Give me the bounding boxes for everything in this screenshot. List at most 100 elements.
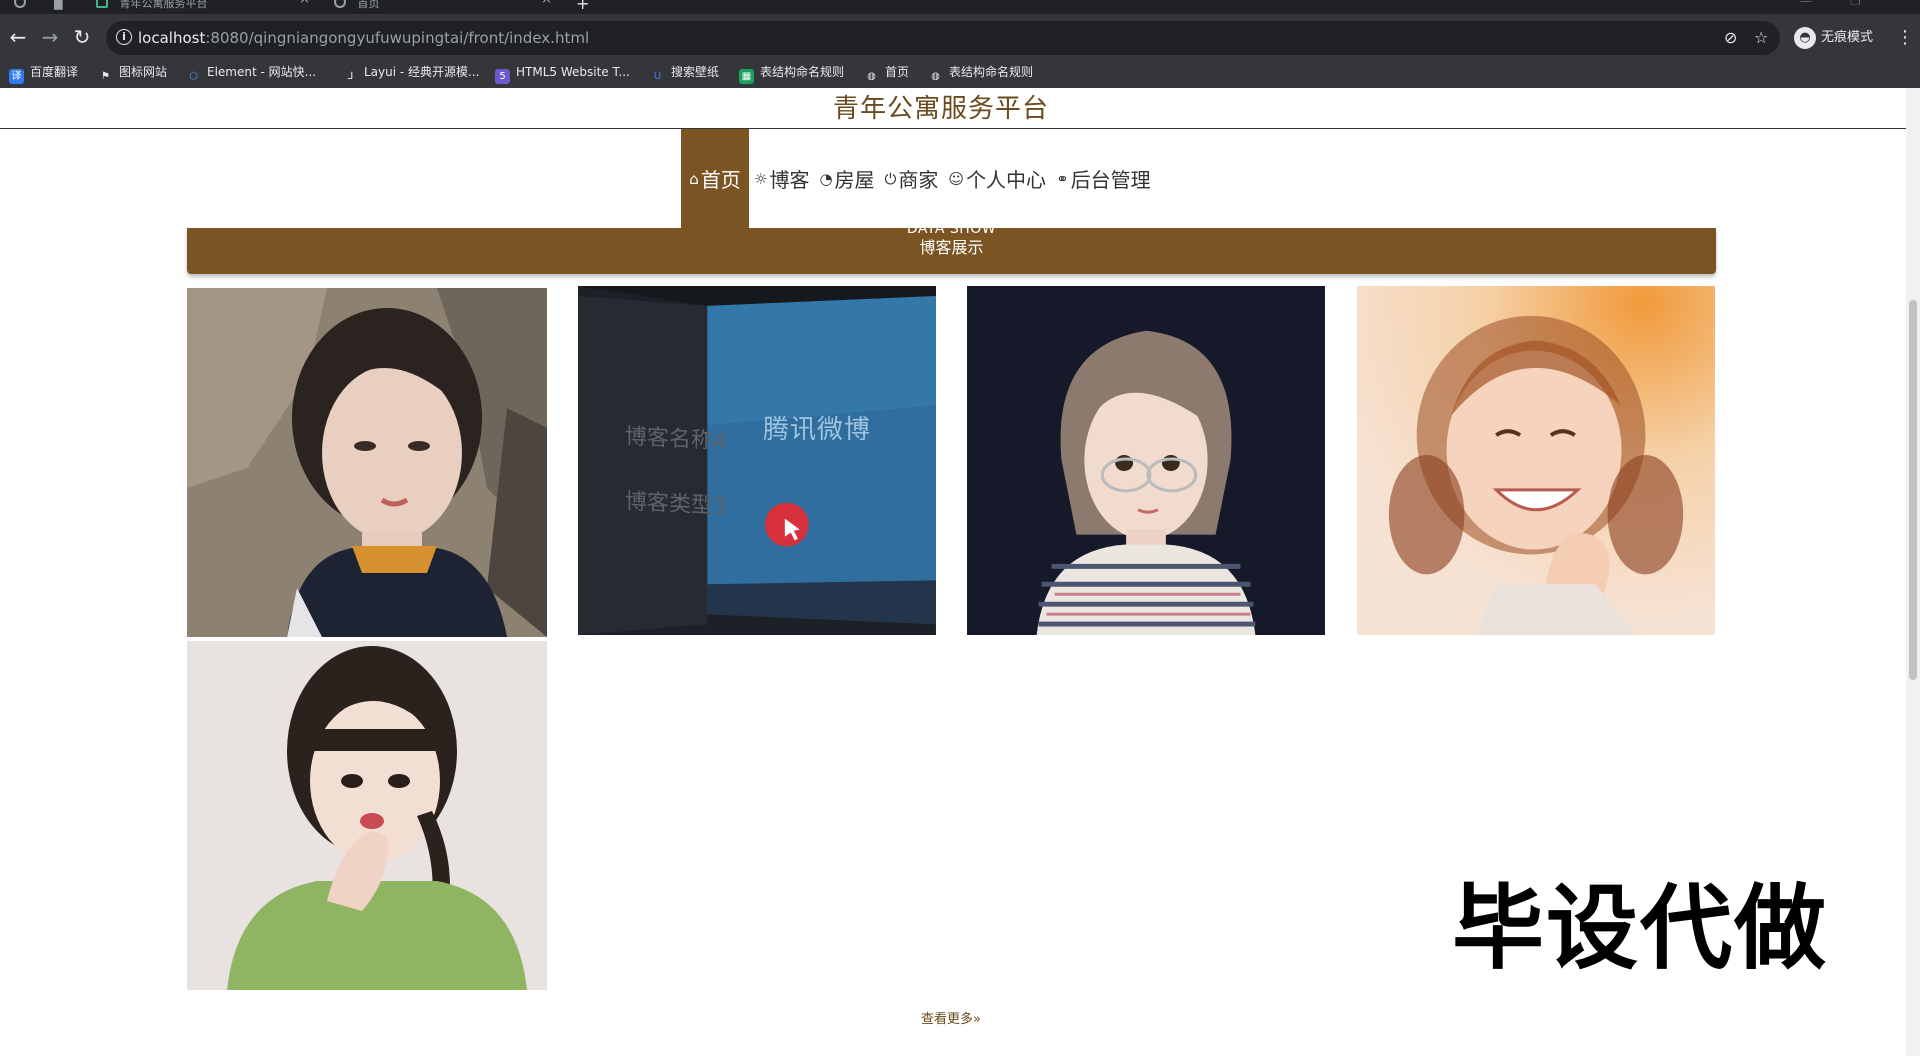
- bookmark-label: 首页: [885, 65, 910, 79]
- blog-card-image: [967, 286, 1325, 635]
- page-scrollbar[interactable]: [1906, 88, 1920, 1056]
- blog-card-image: [187, 288, 547, 637]
- main-nav: ⌂ 首页 ☼ 博客 ◔ 房屋 ⏻ 商家 ☺ 个人中心 ⚭ 后台管理: [681, 129, 1156, 228]
- url-path: :8080/qingniangongyufuwupingtai/front/in…: [205, 29, 590, 47]
- nav-label: 后台管理: [1070, 168, 1151, 192]
- forward-button[interactable]: →: [36, 24, 64, 50]
- page-viewport: 青年公寓服务平台 ⌂ 首页 ☼ 博客 ◔ 房屋 ⏻ 商家 ☺ 个人中心 ⚭ 后台管理 DAT…: [0, 88, 1920, 1056]
- globe-icon: ◍: [867, 71, 876, 82]
- blog-card[interactable]: [187, 641, 547, 990]
- bookmark-label: 百度翻译: [30, 65, 79, 79]
- home-icon: ⌂: [689, 169, 699, 188]
- bookmarks-bar: 译百度翻译 ⚑ 图标网站 ⬡ Element - 网站快... ⅃ Layui - 经…: [0, 57, 1920, 88]
- blog-card-brand: 腾讯微博: [763, 415, 872, 445]
- back-button[interactable]: ←: [4, 24, 32, 50]
- star-icon[interactable]: ☆: [1754, 29, 1768, 47]
- nav-item-merchant[interactable]: ⏻ 商家: [880, 129, 944, 228]
- nav-label: 博客: [769, 168, 810, 192]
- blog-card-overlay-type: 博客类型3: [625, 489, 727, 520]
- blog-card[interactable]: [1356, 286, 1716, 635]
- site-title: 青年公寓服务平台: [832, 94, 1049, 124]
- bookmark-label: Element - 网站快...: [207, 65, 317, 79]
- view-more-link[interactable]: 查看更多»: [0, 1008, 1902, 1027]
- blog-card-image: [187, 641, 547, 990]
- close-icon[interactable]: ×: [299, 0, 310, 6]
- user-icon: ☺: [948, 169, 965, 188]
- blog-card-image: [578, 286, 936, 635]
- bookmark-item[interactable]: U 搜索壁纸: [650, 63, 720, 82]
- bookmark-label: 表结构命名规则: [949, 65, 1034, 79]
- more-menu-icon[interactable]: ⋮: [1896, 28, 1914, 48]
- tab-platform[interactable]: 青年公寓服务平台 ×: [96, 0, 310, 14]
- view-more-label: 查看更多: [921, 1012, 974, 1027]
- tab-search-icon[interactable]: ▆: [54, 0, 72, 14]
- bookmark-item[interactable]: ◍ 表结构命名规则: [928, 63, 1034, 82]
- nav-item-admin[interactable]: ⚭ 后台管理: [1051, 129, 1156, 228]
- browser-toolbar: ← → ↻ i localhost:8080/qingniangongyufuw…: [0, 14, 1920, 62]
- reload-button[interactable]: ↻: [68, 24, 96, 50]
- maximize-icon[interactable]: ❐: [1850, 0, 1861, 8]
- address-bar[interactable]: i localhost:8080/qingniangongyufuwupingt…: [106, 21, 1780, 55]
- blog-card[interactable]: [966, 286, 1326, 635]
- bookmark-label: 表结构命名规则: [760, 65, 845, 79]
- bookmark-item[interactable]: ⬡ Element - 网站快...: [186, 63, 317, 82]
- bookmark-item[interactable]: ⅃ Layui - 经典开源模...: [343, 63, 480, 82]
- dashboard-icon: ◔: [819, 169, 833, 188]
- html5-icon: 5: [495, 69, 510, 84]
- gear-icon: ☼: [754, 169, 768, 188]
- section-header: DATA SHOW 博客展示: [187, 221, 1716, 274]
- tab-home-title: 首页: [357, 0, 380, 10]
- double-chevron-right-icon: »: [973, 1012, 981, 1027]
- watermark-text: 毕设代做: [1452, 875, 1829, 982]
- bookmark-item[interactable]: ◍ 首页: [864, 63, 910, 82]
- nav-item-home[interactable]: ⌂ 首页: [681, 129, 749, 228]
- globe-icon: [334, 0, 346, 8]
- eye-off-icon[interactable]: ⊘: [1724, 29, 1737, 47]
- site-info-icon[interactable]: i: [116, 29, 132, 45]
- section-title-en: DATA SHOW: [906, 221, 997, 237]
- nav-label: 首页: [700, 168, 741, 192]
- blog-card-overlay-name: 博客名称4: [625, 424, 727, 455]
- minimize-icon[interactable]: —: [1800, 0, 1812, 8]
- incognito-icon: ◓: [1794, 27, 1816, 49]
- nav-item-blog[interactable]: ☼ 博客: [749, 129, 814, 228]
- bookmark-item[interactable]: 5 HTML5 Website T...: [495, 63, 630, 84]
- close-icon[interactable]: ×: [541, 0, 552, 6]
- blog-card[interactable]: [187, 288, 547, 637]
- bookmark-label: Layui - 经典开源模...: [364, 65, 480, 79]
- bookmark-item[interactable]: 译百度翻译: [9, 63, 79, 84]
- section-title-zh: 博客展示: [919, 238, 984, 257]
- bookmark-item[interactable]: ⚑ 图标网站: [98, 63, 168, 82]
- nav-label: 商家: [898, 168, 939, 192]
- layui-icon: ⅃: [347, 71, 354, 82]
- tab-home[interactable]: 首页 ×: [334, 0, 552, 14]
- bookmark-label: 搜索壁纸: [671, 65, 720, 79]
- incognito-label: 无痕模式: [1821, 30, 1874, 45]
- url-host: localhost: [138, 29, 206, 47]
- url-text[interactable]: localhost:8080/qingniangongyufuwupingtai…: [138, 29, 589, 47]
- globe-icon: ◍: [931, 71, 940, 82]
- nav-item-house[interactable]: ◔ 房屋: [814, 129, 879, 228]
- flag-icon: ⚑: [101, 71, 110, 82]
- translate-icon: 译: [9, 69, 24, 84]
- nav-label: 房屋: [834, 168, 875, 192]
- browser-app-icon: [14, 0, 38, 14]
- wallpaper-icon: U: [653, 71, 662, 82]
- bookmark-item[interactable]: ▦ 表结构命名规则: [739, 63, 845, 84]
- element-icon: ⬡: [189, 71, 198, 82]
- link-icon: ⚭: [1056, 169, 1069, 188]
- nav-label: 个人中心: [966, 168, 1047, 192]
- bookmark-label: 图标网站: [119, 65, 168, 79]
- vue-icon: [96, 0, 108, 8]
- bookmark-label: HTML5 Website T...: [516, 65, 630, 79]
- nav-item-profile[interactable]: ☺ 个人中心: [943, 129, 1051, 228]
- power-icon: ⏻: [884, 169, 897, 188]
- browser-tabstrip: ▆ 青年公寓服务平台 × 首页 × + — ❐: [0, 0, 1920, 14]
- scrollbar-thumb[interactable]: [1909, 300, 1917, 680]
- blog-card[interactable]: 博客名称4 博客类型3 腾讯微博: [577, 286, 937, 635]
- new-tab-button[interactable]: +: [576, 0, 592, 14]
- blog-card-image: [1357, 286, 1715, 635]
- incognito-indicator[interactable]: ◓ 无痕模式: [1794, 27, 1873, 49]
- sheet-icon: ▦: [739, 69, 754, 84]
- tab-platform-title: 青年公寓服务平台: [119, 0, 208, 10]
